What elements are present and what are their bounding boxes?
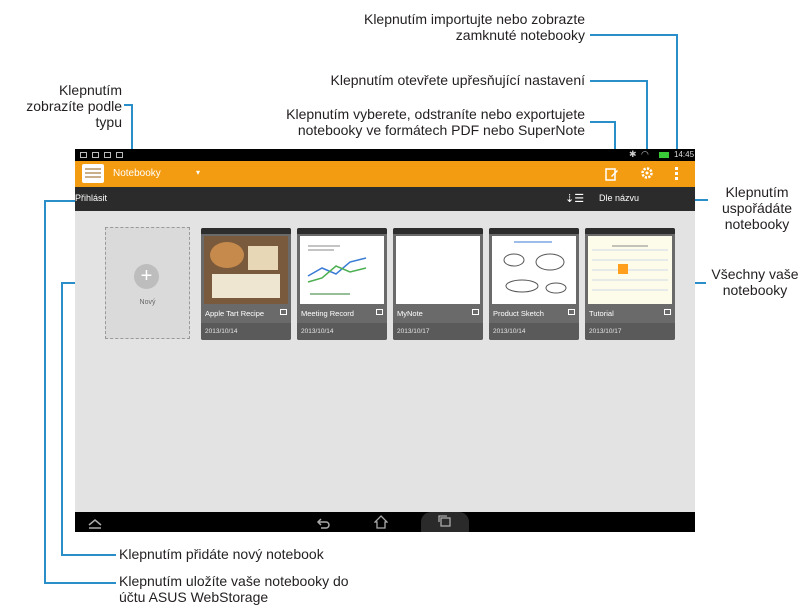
notebook-type-icon: [472, 309, 479, 315]
navigation-bar: [75, 512, 695, 532]
notebook-date: 2013/10/17: [589, 328, 622, 335]
callout-line: [44, 582, 116, 584]
notebook-type-icon: [280, 309, 287, 315]
overflow-menu-icon[interactable]: [674, 166, 680, 182]
callout-advanced-settings: Klepnutím otevřete upřesňující nastavení: [330, 72, 585, 88]
notification-icon: [92, 152, 99, 158]
login-button[interactable]: Přihlásit: [75, 193, 107, 203]
notebook-date: 2013/10/14: [493, 328, 526, 335]
new-notebook-label: Nový: [139, 299, 156, 306]
wifi-icon: ◠: [641, 149, 649, 159]
notebook-thumbnail: [300, 236, 384, 304]
edit-icon[interactable]: [605, 167, 619, 181]
notebook-type-dropdown[interactable]: Notebooky ▾: [109, 161, 209, 187]
dropdown-label: Notebooky: [113, 168, 161, 179]
bluetooth-icon: ✱: [629, 149, 637, 159]
notebook-app-icon: [82, 164, 104, 183]
callout-import-locked: Klepnutím importujte nebo zobrazte zamkn…: [363, 11, 585, 43]
notebook-type-icon: [664, 309, 671, 315]
notebook-date: 2013/10/17: [397, 328, 430, 335]
callout-select-delete-export: Klepnutím vyberete, odstraníte nebo expo…: [286, 106, 585, 138]
notebook-type-icon: [376, 309, 383, 315]
notebook-card[interactable]: Meeting Record 2013/10/14: [297, 228, 387, 340]
tablet-screen: ✱ ◠ 14:45 Notebooky ▾ Přihlásit ⇣☰ Dle n…: [75, 149, 695, 532]
notebook-thumbnail: [204, 236, 288, 304]
notebook-title: Meeting Record: [301, 309, 354, 318]
notebook-thumbnail: [492, 236, 576, 304]
notification-icon: [104, 152, 111, 158]
sort-icon: ⇣☰: [565, 193, 585, 205]
battery-icon: [659, 152, 669, 158]
callout-add-notebook: Klepnutím přidáte nový notebook: [119, 546, 324, 562]
notebook-type-icon: [568, 309, 575, 315]
sort-label: Dle názvu: [599, 193, 640, 203]
status-bar: ✱ ◠ 14:45: [75, 149, 695, 161]
notebook-title: Product Sketch: [493, 309, 544, 318]
chevron-down-icon: ▾: [196, 168, 201, 177]
sort-button[interactable]: ⇣☰ Dle názvu: [565, 187, 690, 211]
notebook-title: Tutorial: [589, 309, 614, 318]
callout-line: [61, 282, 63, 556]
secondary-toolbar: Přihlásit ⇣☰ Dle názvu: [75, 187, 695, 211]
hide-nav-icon[interactable]: [87, 516, 103, 529]
callout-all-notebooks: Všechny vaše notebooky: [711, 266, 799, 298]
callout-line: [61, 554, 116, 556]
home-icon[interactable]: [373, 515, 389, 529]
notebook-title: MyNote: [397, 309, 423, 318]
notification-icon: [80, 152, 87, 158]
notification-icon: [116, 152, 123, 158]
callout-line: [590, 34, 677, 36]
notebook-title: Apple Tart Recipe: [205, 309, 265, 318]
plus-icon: +: [134, 264, 159, 289]
callout-line: [676, 34, 678, 164]
notebook-thumbnail: [588, 236, 672, 304]
callout-line: [590, 121, 615, 123]
callout-sort-notebooks: Klepnutím uspořádáte notebooky: [721, 184, 793, 232]
action-bar: Notebooky ▾: [75, 161, 695, 187]
gear-icon[interactable]: [640, 166, 654, 180]
notebook-card[interactable]: Apple Tart Recipe 2013/10/14: [201, 228, 291, 340]
status-time: 14:45: [674, 150, 695, 159]
notebook-grid: + Nový Apple Tart Recipe 2013/10/14 Meet…: [75, 211, 695, 512]
callout-save-webstorage: Klepnutím uložíte vaše notebooky do účtu…: [119, 573, 349, 605]
notebook-date: 2013/10/14: [205, 328, 238, 335]
callout-line: [44, 200, 46, 583]
notebook-card[interactable]: MyNote 2013/10/17: [393, 228, 483, 340]
new-notebook-button[interactable]: + Nový: [105, 227, 190, 339]
callout-line: [44, 200, 76, 202]
recent-apps-icon[interactable]: [421, 512, 469, 532]
callout-view-by-type: Klepnutím zobrazíte podle typu: [26, 82, 122, 130]
back-icon[interactable]: [316, 516, 330, 529]
notebook-card[interactable]: Tutorial 2013/10/17: [585, 228, 675, 340]
notebook-card[interactable]: Product Sketch 2013/10/14: [489, 228, 579, 340]
callout-line: [590, 80, 647, 82]
notebook-thumbnail: [396, 236, 480, 304]
notebook-date: 2013/10/14: [301, 328, 334, 335]
